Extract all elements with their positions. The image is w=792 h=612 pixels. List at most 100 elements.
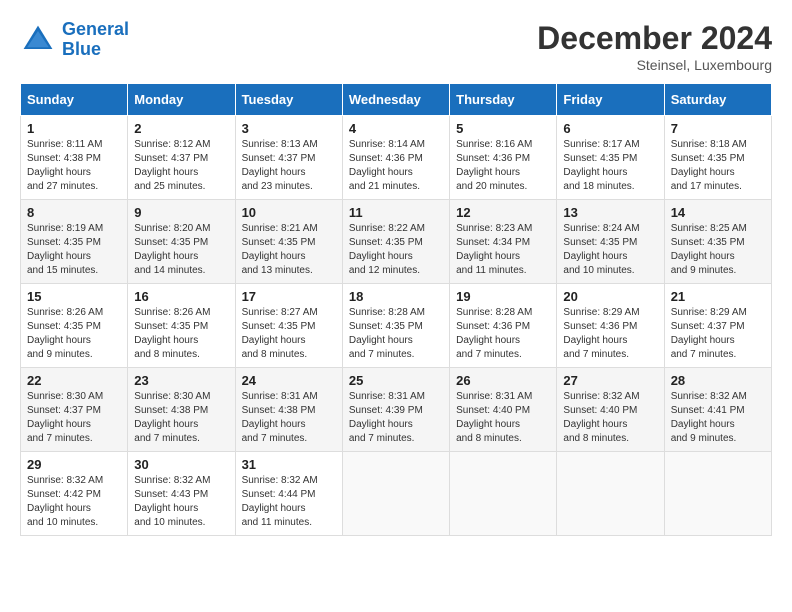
header-day: Tuesday (235, 84, 342, 116)
day-detail: Sunrise: 8:32 AM Sunset: 4:44 PM Dayligh… (242, 474, 336, 530)
calendar-cell: 14 Sunrise: 8:25 AM Sunset: 4:35 PM Dayl… (664, 200, 771, 284)
calendar-cell: 3 Sunrise: 8:13 AM Sunset: 4:37 PM Dayli… (235, 116, 342, 200)
day-detail: Sunrise: 8:28 AM Sunset: 4:36 PM Dayligh… (456, 306, 550, 362)
calendar-cell: 5 Sunrise: 8:16 AM Sunset: 4:36 PM Dayli… (450, 116, 557, 200)
location-subtitle: Steinsel, Luxembourg (537, 57, 772, 73)
calendar-cell: 6 Sunrise: 8:17 AM Sunset: 4:35 PM Dayli… (557, 116, 664, 200)
calendar-cell: 31 Sunrise: 8:32 AM Sunset: 4:44 PM Dayl… (235, 452, 342, 536)
day-number: 16 (134, 289, 228, 304)
calendar-cell: 15 Sunrise: 8:26 AM Sunset: 4:35 PM Dayl… (21, 284, 128, 368)
day-number: 28 (671, 373, 765, 388)
calendar-week-row: 15 Sunrise: 8:26 AM Sunset: 4:35 PM Dayl… (21, 284, 772, 368)
day-number: 27 (563, 373, 657, 388)
calendar-cell: 21 Sunrise: 8:29 AM Sunset: 4:37 PM Dayl… (664, 284, 771, 368)
header-day: Thursday (450, 84, 557, 116)
day-detail: Sunrise: 8:12 AM Sunset: 4:37 PM Dayligh… (134, 138, 228, 194)
day-number: 10 (242, 205, 336, 220)
calendar-cell: 22 Sunrise: 8:30 AM Sunset: 4:37 PM Dayl… (21, 368, 128, 452)
calendar-cell: 18 Sunrise: 8:28 AM Sunset: 4:35 PM Dayl… (342, 284, 449, 368)
day-number: 7 (671, 121, 765, 136)
calendar-cell: 24 Sunrise: 8:31 AM Sunset: 4:38 PM Dayl… (235, 368, 342, 452)
calendar-cell: 16 Sunrise: 8:26 AM Sunset: 4:35 PM Dayl… (128, 284, 235, 368)
calendar-cell: 10 Sunrise: 8:21 AM Sunset: 4:35 PM Dayl… (235, 200, 342, 284)
calendar-week-row: 29 Sunrise: 8:32 AM Sunset: 4:42 PM Dayl… (21, 452, 772, 536)
day-detail: Sunrise: 8:16 AM Sunset: 4:36 PM Dayligh… (456, 138, 550, 194)
day-number: 8 (27, 205, 121, 220)
calendar-cell: 19 Sunrise: 8:28 AM Sunset: 4:36 PM Dayl… (450, 284, 557, 368)
calendar-cell: 13 Sunrise: 8:24 AM Sunset: 4:35 PM Dayl… (557, 200, 664, 284)
day-detail: Sunrise: 8:29 AM Sunset: 4:36 PM Dayligh… (563, 306, 657, 362)
calendar-cell: 17 Sunrise: 8:27 AM Sunset: 4:35 PM Dayl… (235, 284, 342, 368)
day-number: 25 (349, 373, 443, 388)
day-detail: Sunrise: 8:21 AM Sunset: 4:35 PM Dayligh… (242, 222, 336, 278)
day-number: 2 (134, 121, 228, 136)
day-number: 11 (349, 205, 443, 220)
logo-icon (20, 22, 56, 58)
day-detail: Sunrise: 8:30 AM Sunset: 4:37 PM Dayligh… (27, 390, 121, 446)
header-day: Wednesday (342, 84, 449, 116)
calendar-table: SundayMondayTuesdayWednesdayThursdayFrid… (20, 83, 772, 536)
day-number: 23 (134, 373, 228, 388)
day-detail: Sunrise: 8:14 AM Sunset: 4:36 PM Dayligh… (349, 138, 443, 194)
header-row: SundayMondayTuesdayWednesdayThursdayFrid… (21, 84, 772, 116)
day-detail: Sunrise: 8:13 AM Sunset: 4:37 PM Dayligh… (242, 138, 336, 194)
day-detail: Sunrise: 8:11 AM Sunset: 4:38 PM Dayligh… (27, 138, 121, 194)
day-detail: Sunrise: 8:23 AM Sunset: 4:34 PM Dayligh… (456, 222, 550, 278)
day-detail: Sunrise: 8:27 AM Sunset: 4:35 PM Dayligh… (242, 306, 336, 362)
day-number: 29 (27, 457, 121, 472)
day-detail: Sunrise: 8:31 AM Sunset: 4:39 PM Dayligh… (349, 390, 443, 446)
day-number: 17 (242, 289, 336, 304)
calendar-week-row: 1 Sunrise: 8:11 AM Sunset: 4:38 PM Dayli… (21, 116, 772, 200)
logo: General Blue (20, 20, 129, 60)
day-number: 9 (134, 205, 228, 220)
day-number: 24 (242, 373, 336, 388)
day-detail: Sunrise: 8:20 AM Sunset: 4:35 PM Dayligh… (134, 222, 228, 278)
day-number: 20 (563, 289, 657, 304)
day-number: 21 (671, 289, 765, 304)
day-number: 14 (671, 205, 765, 220)
calendar-cell: 20 Sunrise: 8:29 AM Sunset: 4:36 PM Dayl… (557, 284, 664, 368)
day-number: 12 (456, 205, 550, 220)
calendar-week-row: 22 Sunrise: 8:30 AM Sunset: 4:37 PM Dayl… (21, 368, 772, 452)
day-number: 6 (563, 121, 657, 136)
day-detail: Sunrise: 8:32 AM Sunset: 4:42 PM Dayligh… (27, 474, 121, 530)
title-block: December 2024 Steinsel, Luxembourg (537, 20, 772, 73)
month-title: December 2024 (537, 20, 772, 57)
day-number: 13 (563, 205, 657, 220)
header-day: Friday (557, 84, 664, 116)
day-number: 22 (27, 373, 121, 388)
day-number: 30 (134, 457, 228, 472)
day-detail: Sunrise: 8:30 AM Sunset: 4:38 PM Dayligh… (134, 390, 228, 446)
day-detail: Sunrise: 8:31 AM Sunset: 4:40 PM Dayligh… (456, 390, 550, 446)
calendar-cell: 2 Sunrise: 8:12 AM Sunset: 4:37 PM Dayli… (128, 116, 235, 200)
header-day: Monday (128, 84, 235, 116)
calendar-cell: 28 Sunrise: 8:32 AM Sunset: 4:41 PM Dayl… (664, 368, 771, 452)
calendar-cell (664, 452, 771, 536)
day-number: 31 (242, 457, 336, 472)
calendar-cell: 12 Sunrise: 8:23 AM Sunset: 4:34 PM Dayl… (450, 200, 557, 284)
day-detail: Sunrise: 8:26 AM Sunset: 4:35 PM Dayligh… (27, 306, 121, 362)
day-detail: Sunrise: 8:29 AM Sunset: 4:37 PM Dayligh… (671, 306, 765, 362)
calendar-cell (450, 452, 557, 536)
day-number: 26 (456, 373, 550, 388)
day-detail: Sunrise: 8:32 AM Sunset: 4:43 PM Dayligh… (134, 474, 228, 530)
calendar-cell: 8 Sunrise: 8:19 AM Sunset: 4:35 PM Dayli… (21, 200, 128, 284)
day-detail: Sunrise: 8:18 AM Sunset: 4:35 PM Dayligh… (671, 138, 765, 194)
calendar-cell: 4 Sunrise: 8:14 AM Sunset: 4:36 PM Dayli… (342, 116, 449, 200)
day-number: 5 (456, 121, 550, 136)
day-number: 3 (242, 121, 336, 136)
calendar-cell: 1 Sunrise: 8:11 AM Sunset: 4:38 PM Dayli… (21, 116, 128, 200)
calendar-week-row: 8 Sunrise: 8:19 AM Sunset: 4:35 PM Dayli… (21, 200, 772, 284)
page-header: General Blue December 2024 Steinsel, Lux… (20, 20, 772, 73)
calendar-cell: 26 Sunrise: 8:31 AM Sunset: 4:40 PM Dayl… (450, 368, 557, 452)
calendar-cell: 25 Sunrise: 8:31 AM Sunset: 4:39 PM Dayl… (342, 368, 449, 452)
calendar-cell: 27 Sunrise: 8:32 AM Sunset: 4:40 PM Dayl… (557, 368, 664, 452)
day-detail: Sunrise: 8:31 AM Sunset: 4:38 PM Dayligh… (242, 390, 336, 446)
header-day: Sunday (21, 84, 128, 116)
calendar-cell: 9 Sunrise: 8:20 AM Sunset: 4:35 PM Dayli… (128, 200, 235, 284)
calendar-cell: 11 Sunrise: 8:22 AM Sunset: 4:35 PM Dayl… (342, 200, 449, 284)
day-detail: Sunrise: 8:25 AM Sunset: 4:35 PM Dayligh… (671, 222, 765, 278)
day-detail: Sunrise: 8:32 AM Sunset: 4:41 PM Dayligh… (671, 390, 765, 446)
day-number: 15 (27, 289, 121, 304)
day-detail: Sunrise: 8:17 AM Sunset: 4:35 PM Dayligh… (563, 138, 657, 194)
